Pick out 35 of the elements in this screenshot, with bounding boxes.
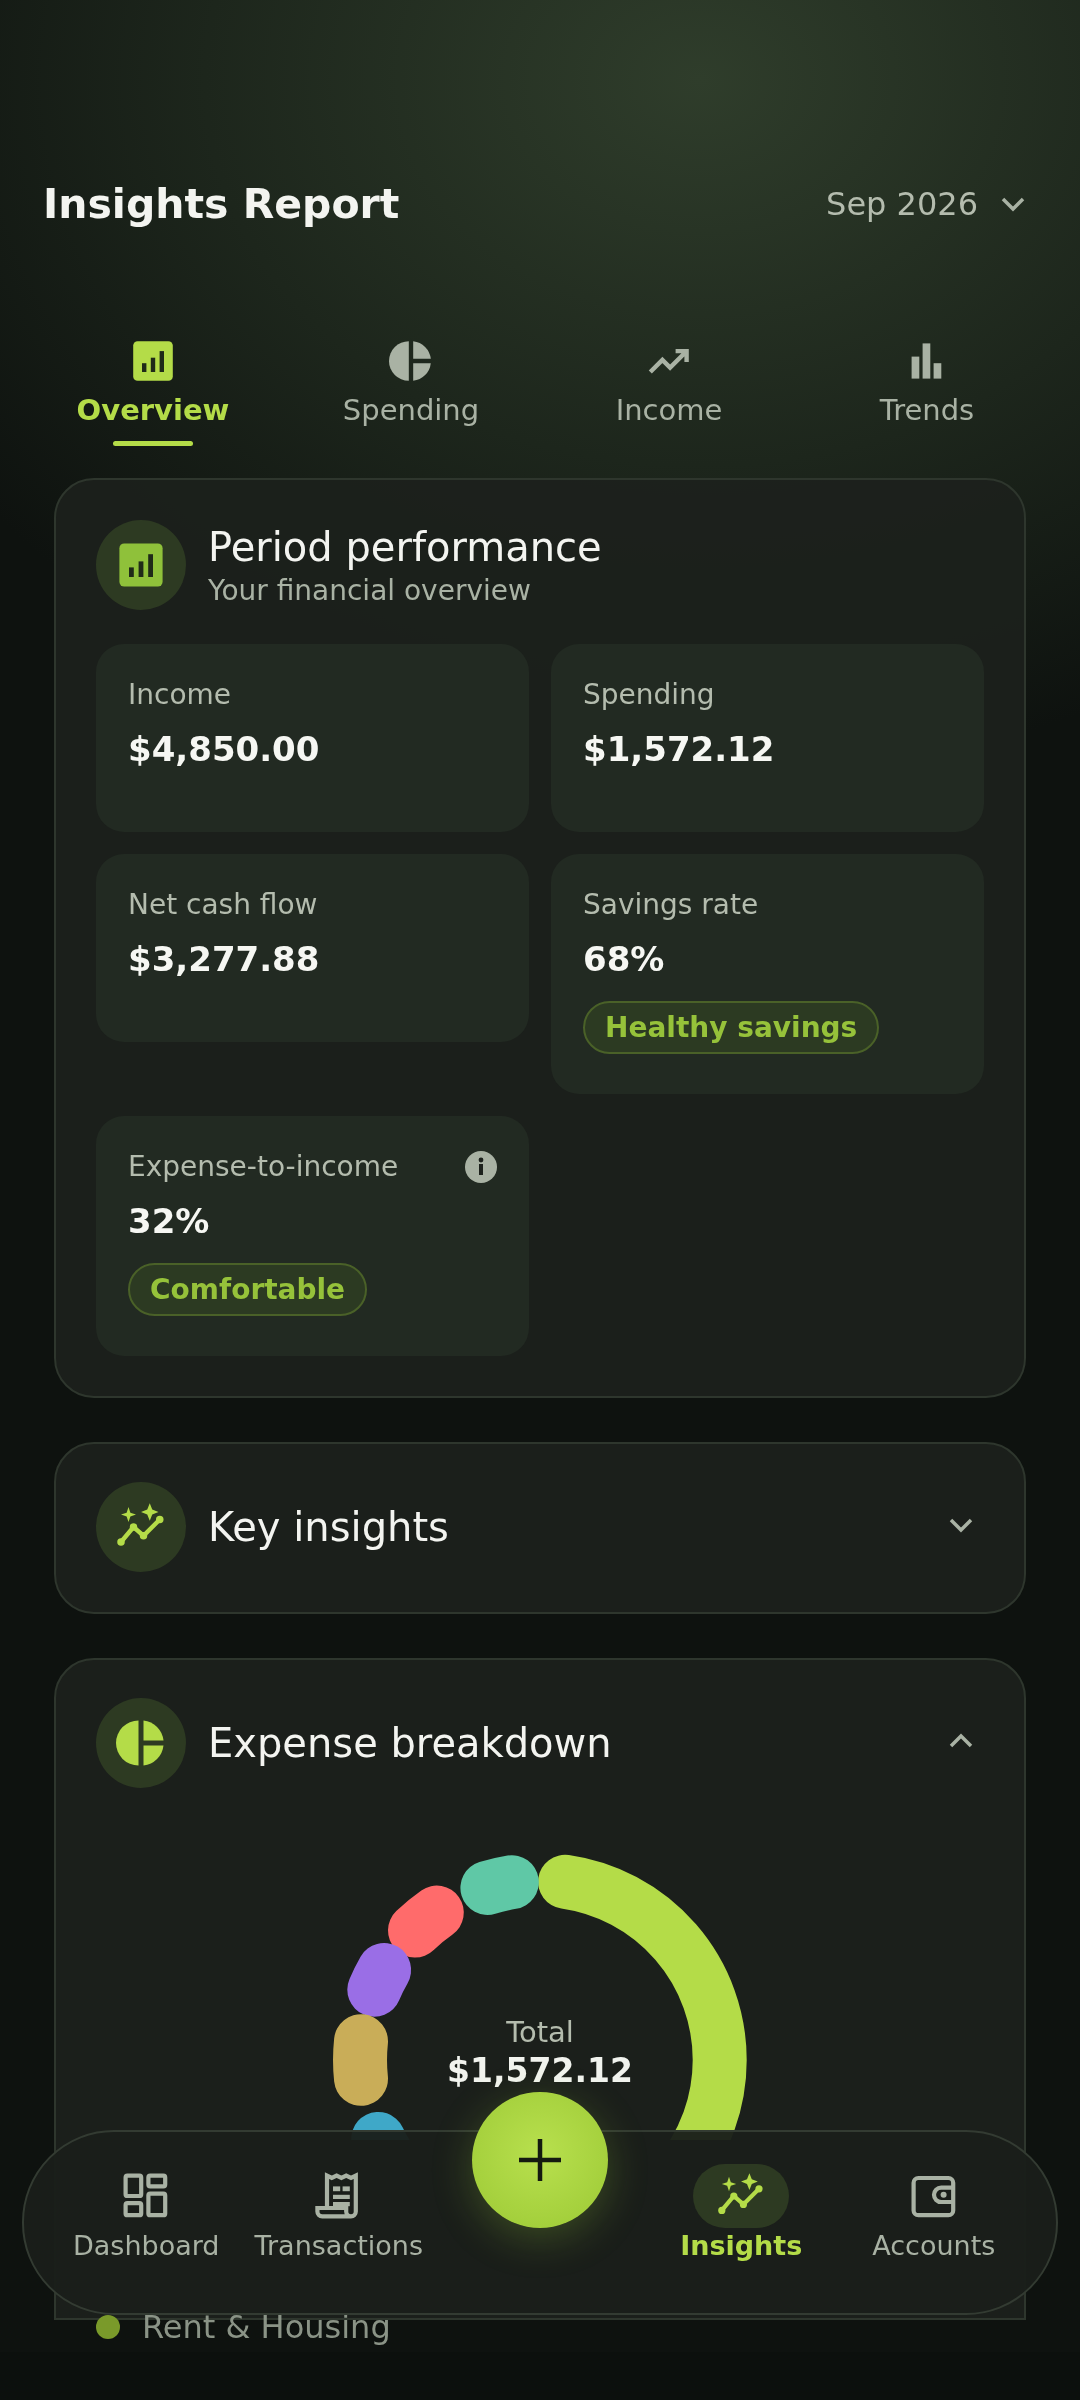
section-header[interactable]: Key insights bbox=[96, 1482, 984, 1572]
status-tag: Comfortable bbox=[128, 1263, 368, 1316]
stat-value: $1,572.12 bbox=[583, 729, 776, 769]
nav-item[interactable]: Accounts bbox=[837, 2132, 1030, 2313]
tab[interactable]: Spending bbox=[282, 339, 540, 446]
tab[interactable]: Income bbox=[540, 339, 798, 446]
tab[interactable]: Trends bbox=[798, 339, 1056, 446]
stat-value: $4,850.00 bbox=[128, 729, 321, 769]
info-icon[interactable] bbox=[465, 1150, 497, 1183]
stat-label: Expense-to-income bbox=[128, 1150, 399, 1183]
period-selector[interactable]: Sep 2026 bbox=[826, 185, 1026, 223]
stat-value: 32% bbox=[128, 1201, 211, 1241]
stat-value: 68% bbox=[583, 939, 666, 979]
nav-item[interactable]: Insights bbox=[645, 2132, 838, 2313]
bar-chart-icon bbox=[117, 541, 165, 589]
total-amount: $1,572.12 bbox=[446, 2051, 634, 2090]
bar-chart-icon bbox=[131, 339, 175, 383]
chevron-icon bbox=[1000, 196, 1026, 212]
chevron-icon bbox=[948, 1733, 974, 1749]
pie-chart-icon bbox=[389, 339, 433, 383]
stat-label: Savings rate bbox=[583, 888, 759, 921]
status-tag: Healthy savings bbox=[583, 1001, 880, 1054]
plus-icon bbox=[517, 2137, 563, 2183]
card-subtitle: Your financial overview bbox=[208, 573, 532, 607]
chevron-icon bbox=[948, 1517, 974, 1533]
total-label: Total bbox=[505, 2015, 575, 2049]
card-title: Period performance bbox=[208, 523, 602, 570]
stat-value: $3,277.88 bbox=[128, 939, 321, 979]
stat-label: Spending bbox=[583, 678, 715, 711]
page-title: Insights Report bbox=[43, 180, 400, 228]
section-header[interactable]: Expense breakdown bbox=[96, 1698, 984, 1788]
stat-label: Income bbox=[128, 678, 232, 711]
stat-label: Net cash flow bbox=[128, 888, 318, 921]
tab[interactable]: Overview bbox=[24, 339, 282, 446]
pie-chart-icon bbox=[116, 1718, 166, 1768]
